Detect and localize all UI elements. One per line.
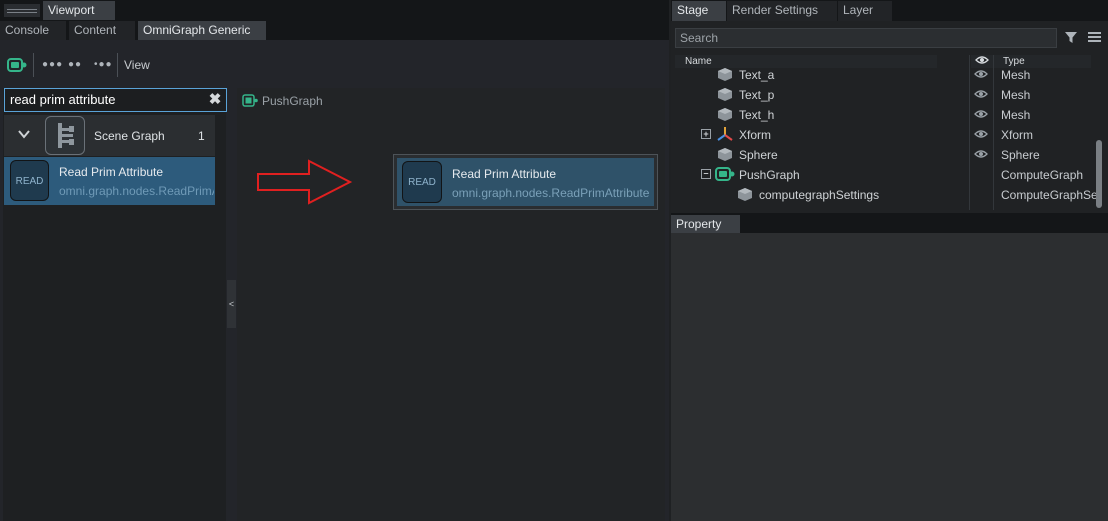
xform-icon — [717, 126, 733, 142]
red-arrow-annotation — [255, 158, 355, 206]
eye-icon[interactable] — [974, 109, 988, 119]
result-title: Read Prim Attribute — [59, 165, 164, 179]
type-cell: Mesh — [1001, 68, 1031, 82]
new-graph-icon[interactable] — [7, 57, 27, 73]
node-body: READ Read Prim Attribute omni.graph.node… — [397, 158, 654, 206]
eye-icon — [975, 56, 989, 64]
graph-icon — [242, 94, 258, 107]
graph-canvas[interactable] — [237, 88, 665, 521]
omnigraph-window: Viewport Console Content OmniGraph Gener… — [0, 0, 669, 521]
filter-icon[interactable] — [1064, 30, 1078, 44]
tree-item-computegraph-settings[interactable]: computegraphSettings — [759, 188, 879, 202]
column-divider — [993, 55, 994, 210]
tab-content[interactable]: Content — [69, 21, 135, 40]
tab-viewport[interactable]: Viewport — [43, 1, 115, 20]
collapse-panel-handle[interactable]: < — [227, 280, 236, 328]
stage-window: Stage Render Settings Layer Search Name … — [671, 0, 1108, 521]
menu-handle[interactable] — [4, 4, 40, 17]
type-cell: Mesh — [1001, 88, 1031, 102]
layout-all-icon[interactable]: ●●● — [42, 59, 63, 70]
chevron-down-icon[interactable] — [17, 127, 31, 141]
read-node-icon: READ — [10, 160, 49, 201]
scene-graph-icon — [45, 116, 85, 155]
result-subtitle: omni.graph.nodes.ReadPrimAttribute — [59, 184, 214, 198]
property-panel — [671, 233, 1108, 521]
layout-expand-icon[interactable]: •●● — [94, 59, 113, 70]
stage-search-input[interactable]: Search — [675, 28, 1057, 48]
read-prim-attribute-node[interactable]: READ Read Prim Attribute omni.graph.node… — [393, 154, 658, 210]
tab-console[interactable]: Console — [0, 21, 66, 40]
tab-property[interactable]: Property — [671, 215, 740, 233]
tab-stage[interactable]: Stage — [672, 1, 726, 21]
tab-layer[interactable]: Layer — [838, 1, 892, 21]
mesh-icon — [717, 107, 733, 122]
tab-omnigraph-generic[interactable]: OmniGraph Generic — [138, 21, 266, 40]
tab-render-settings[interactable]: Render Settings — [727, 1, 837, 21]
category-label: Scene Graph — [94, 129, 165, 143]
column-header-type[interactable]: Type — [1003, 56, 1025, 67]
expand-icon[interactable]: + — [701, 129, 711, 139]
eye-icon[interactable] — [974, 149, 988, 159]
tree-item-text-a[interactable]: Text_a — [739, 68, 774, 82]
mesh-icon — [717, 147, 733, 162]
collapse-icon[interactable]: – — [701, 169, 711, 179]
type-cell: Mesh — [1001, 108, 1031, 122]
eye-icon[interactable] — [974, 89, 988, 99]
read-node-icon: READ — [402, 161, 442, 203]
toolbar-separator — [117, 53, 118, 77]
mesh-icon — [717, 67, 733, 82]
node-title: Read Prim Attribute — [452, 167, 557, 181]
mesh-icon — [717, 87, 733, 102]
settings-prim-icon — [737, 187, 753, 202]
tree-item-xform[interactable]: Xform — [739, 128, 771, 142]
tree-item-pushgraph[interactable]: PushGraph — [739, 168, 800, 182]
type-cell: Xform — [1001, 128, 1034, 142]
eye-icon[interactable] — [974, 69, 988, 79]
column-divider — [969, 55, 970, 210]
graph-icon — [715, 166, 735, 182]
node-search-input[interactable]: read prim attribute — [4, 88, 227, 112]
tree-item-sphere[interactable]: Sphere — [739, 148, 778, 162]
column-header-name[interactable]: Name — [675, 55, 937, 68]
toolbar-separator — [33, 53, 34, 77]
clear-search-icon[interactable]: ✖ — [206, 89, 224, 111]
eye-icon[interactable] — [974, 129, 988, 139]
column-header-visibility[interactable]: Type — [971, 55, 1091, 68]
view-menu[interactable]: View — [124, 58, 150, 72]
type-cell: ComputeGraphSettings — [1001, 188, 1097, 202]
layout-compact-icon[interactable]: ●● — [68, 59, 82, 70]
category-count: 1 — [198, 129, 205, 143]
type-cell: Sphere — [1001, 148, 1040, 162]
node-subtitle: omni.graph.nodes.ReadPrimAttribute — [452, 186, 650, 200]
graph-title: PushGraph — [262, 94, 323, 108]
tree-item-text-p[interactable]: Text_p — [739, 88, 774, 102]
type-cell: ComputeGraph — [1001, 168, 1084, 182]
tree-item-text-h[interactable]: Text_h — [739, 108, 774, 122]
menu-icon[interactable] — [1088, 31, 1101, 43]
stage-scrollbar[interactable] — [1096, 140, 1102, 208]
